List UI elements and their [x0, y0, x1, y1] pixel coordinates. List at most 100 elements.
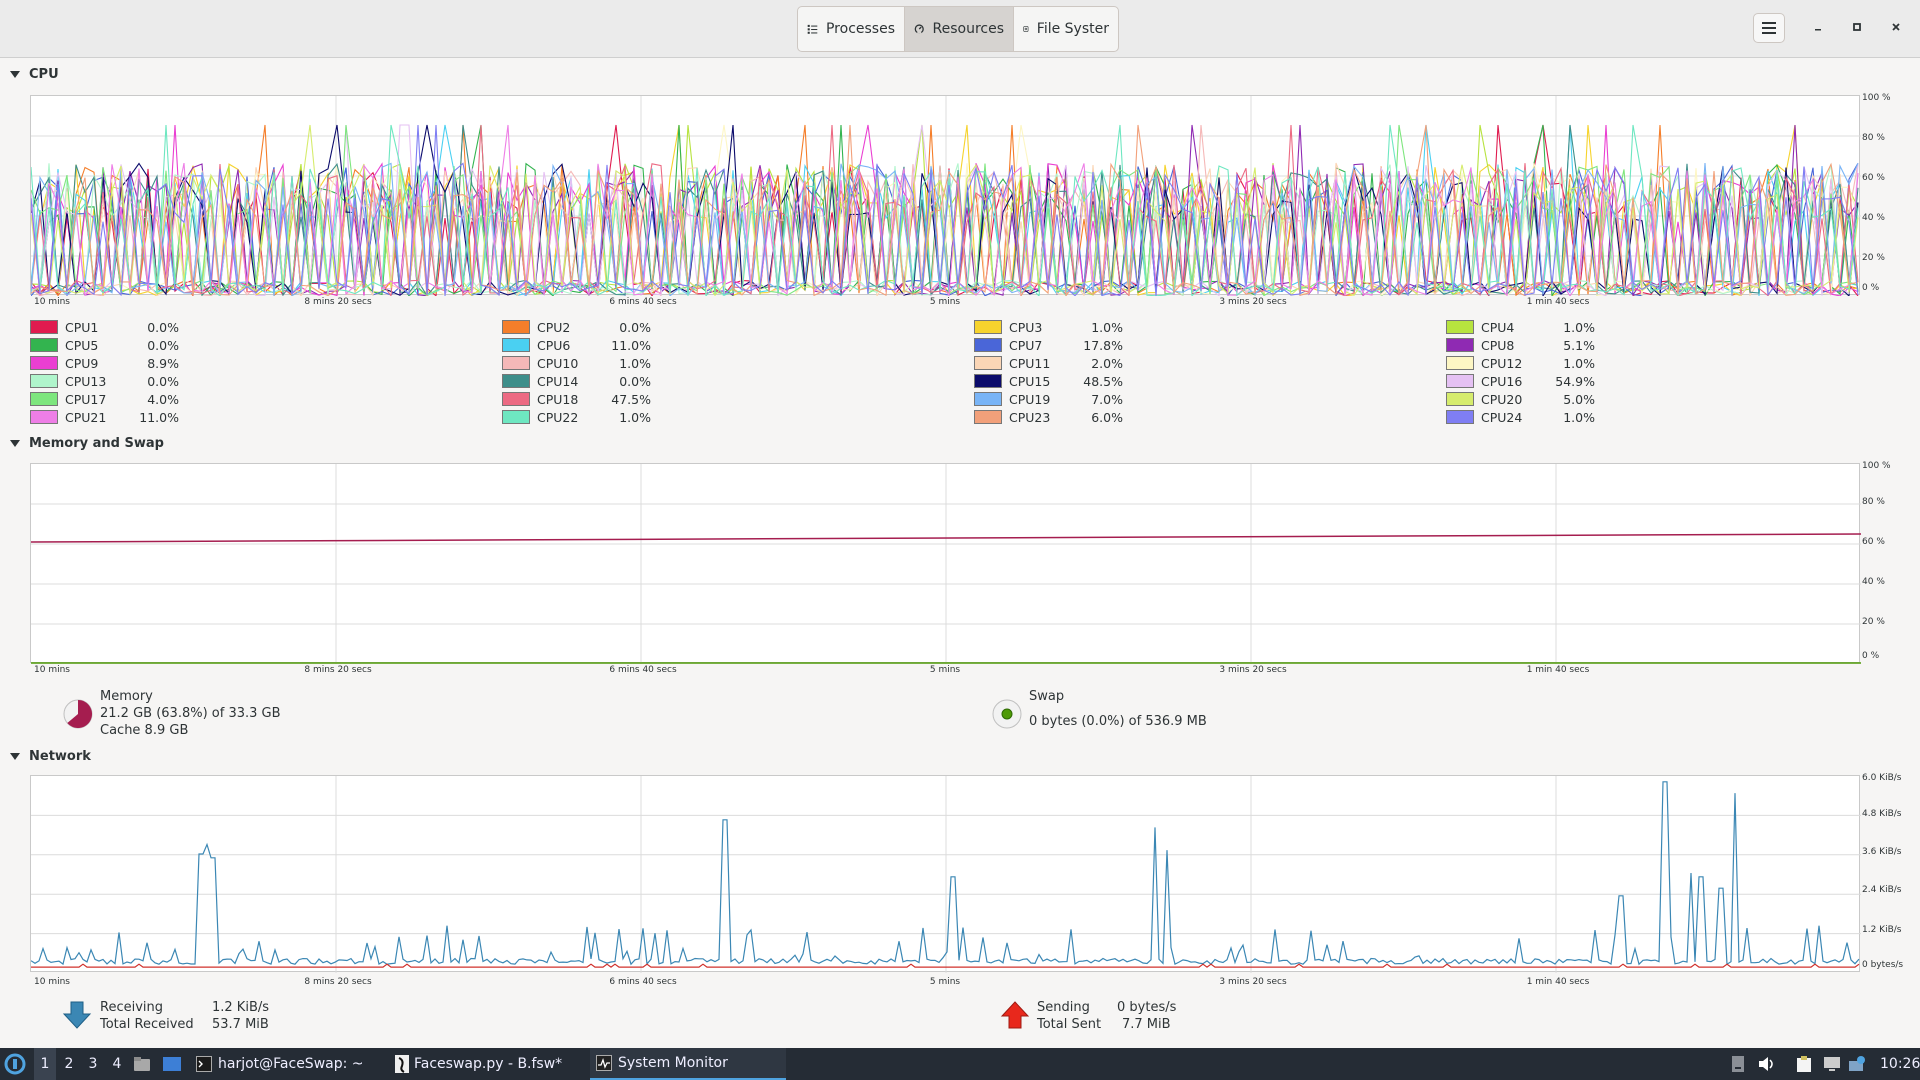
cpu-usage-value: 1.0% [1091, 319, 1123, 335]
clock[interactable]: 10:26 [1880, 1048, 1920, 1080]
cpu-name: CPU23 [1009, 409, 1051, 425]
cpu-color-swatch[interactable] [1446, 320, 1474, 334]
network-y-label: 4.8 KiB/s [1862, 809, 1902, 819]
cpu-color-swatch[interactable] [502, 320, 530, 334]
x-label: 8 mins 20 secs [304, 665, 372, 675]
cpu-color-swatch[interactable] [974, 374, 1002, 388]
expander-triangle-icon [10, 440, 20, 447]
tab-processes[interactable]: Processes [798, 7, 905, 51]
cpu-legend-item: CPU10 1.0% [502, 354, 962, 372]
cpu-legend-item: CPU24 1.0% [1446, 408, 1906, 426]
x-label: 1 min 40 secs [1526, 297, 1590, 307]
distro-logo-icon [4, 1053, 26, 1075]
cpu-section-header[interactable]: CPU [10, 67, 59, 82]
cpu-name: CPU12 [1481, 355, 1523, 371]
cpu-legend-item: CPU12 1.0% [1446, 354, 1906, 372]
x-label: 1 min 40 secs [1526, 665, 1590, 675]
tray-clipboard-icon[interactable] [1795, 1048, 1813, 1080]
tray-display-icon[interactable] [1823, 1048, 1841, 1080]
workspace-3-label: 3 [88, 1056, 98, 1072]
network-graph-canvas [31, 776, 1861, 973]
cpu-usage-value: 5.0% [1563, 391, 1595, 407]
cpu-color-swatch[interactable] [974, 338, 1002, 352]
taskbar-window-system-monitor[interactable]: System Monitor [590, 1048, 786, 1080]
cpu-usage-value: 0.0% [147, 373, 179, 389]
cpu-color-swatch[interactable] [502, 410, 530, 424]
cpu-color-swatch[interactable] [1446, 410, 1474, 424]
tray-notification-icon[interactable] [1848, 1048, 1866, 1080]
cpu-color-swatch[interactable] [30, 392, 58, 406]
x-label: 3 mins 20 secs [1219, 297, 1287, 307]
cpu-legend-item: CPU9 8.9% [30, 354, 490, 372]
minimize-button[interactable] [1806, 15, 1830, 39]
hamburger-menu-button[interactable] [1753, 13, 1785, 43]
cpu-legend-item: CPU18 47.5% [502, 390, 962, 408]
cpu-color-swatch[interactable] [974, 392, 1002, 406]
tray-storage-icon[interactable] [1730, 1048, 1746, 1080]
cpu-usage-value: 0.0% [619, 373, 651, 389]
cpu-color-swatch[interactable] [502, 374, 530, 388]
cpu-legend-item: CPU4 1.0% [1446, 318, 1906, 336]
cpu-color-swatch[interactable] [30, 374, 58, 388]
speaker-icon [1759, 1057, 1773, 1071]
expander-triangle-icon [10, 753, 20, 760]
cpu-color-swatch[interactable] [974, 410, 1002, 424]
cpu-usage-value: 47.5% [611, 391, 651, 407]
cpu-usage-value: 0.0% [619, 319, 651, 335]
taskbar-window-terminal[interactable]: harjot@FaceSwap: ~ [196, 1048, 364, 1080]
clipboard-icon [1797, 1056, 1811, 1072]
close-icon [1892, 23, 1900, 31]
sending-info: Sending 0 bytes/s Total Sent 7.7 MiB [1037, 999, 1176, 1033]
swap-pie-icon [992, 699, 1022, 729]
cpu-name: CPU2 [537, 319, 571, 335]
cpu-y-label: 20 % [1862, 253, 1885, 263]
cpu-color-swatch[interactable] [30, 320, 58, 334]
workspace-3[interactable]: 3 [86, 1048, 100, 1080]
cpu-name: CPU22 [537, 409, 579, 425]
cpu-color-swatch[interactable] [502, 356, 530, 370]
memory-y-label: 40 % [1862, 577, 1885, 587]
cpu-name: CPU13 [65, 373, 107, 389]
x-label: 3 mins 20 secs [1219, 665, 1287, 675]
file-manager-launcher[interactable] [133, 1048, 153, 1080]
maximize-button[interactable] [1845, 15, 1869, 39]
sending-value: 0 bytes/s [1117, 1000, 1177, 1015]
tray-volume-icon[interactable] [1758, 1048, 1776, 1080]
cpu-usage-value: 11.0% [611, 337, 651, 353]
workspace-4[interactable]: 4 [110, 1048, 124, 1080]
cpu-color-swatch[interactable] [502, 338, 530, 352]
close-button[interactable] [1884, 15, 1908, 39]
list-icon [807, 24, 818, 34]
cpu-color-swatch[interactable] [30, 356, 58, 370]
cpu-color-swatch[interactable] [1446, 392, 1474, 406]
cpu-color-swatch[interactable] [30, 410, 58, 424]
cpu-color-swatch[interactable] [1446, 374, 1474, 388]
start-menu-button[interactable] [4, 1048, 28, 1080]
network-y-label: 0 bytes/s [1862, 960, 1904, 970]
cpu-color-swatch[interactable] [974, 320, 1002, 334]
receiving-value: 1.2 KiB/s [212, 1000, 270, 1015]
total-received-label: Total Received [100, 1017, 194, 1032]
cpu-color-swatch[interactable] [502, 392, 530, 406]
grid [31, 776, 1861, 973]
cpu-color-swatch[interactable] [974, 356, 1002, 370]
memory-section-header[interactable]: Memory and Swap [10, 436, 164, 451]
cpu-color-swatch[interactable] [1446, 338, 1474, 352]
workspace-2[interactable]: 2 [62, 1048, 76, 1080]
info-bubble-icon [1849, 1056, 1865, 1071]
cpu-legend-item: CPU7 17.8% [974, 336, 1434, 354]
taskbar-window-faceswap-label: Faceswap.py - B.fsw* [414, 1056, 563, 1072]
faceswap-app-icon [395, 1055, 409, 1073]
cpu-name: CPU8 [1481, 337, 1515, 353]
network-section-header[interactable]: Network [10, 749, 91, 764]
cpu-y-label: 40 % [1862, 213, 1885, 223]
cpu-color-swatch[interactable] [1446, 356, 1474, 370]
taskbar-window-faceswap[interactable]: Faceswap.py - B.fsw* [394, 1048, 562, 1080]
cpu-color-swatch[interactable] [30, 338, 58, 352]
show-desktop-button[interactable] [162, 1048, 182, 1080]
tab-resources[interactable]: Resources [905, 7, 1014, 51]
tab-file-systems[interactable]: File Syster [1014, 7, 1118, 51]
memory-value: 21.2 GB (63.8%) of 33.3 GB [100, 706, 281, 721]
network-history-graph [30, 775, 1861, 973]
workspace-1[interactable]: 1 [34, 1048, 56, 1080]
